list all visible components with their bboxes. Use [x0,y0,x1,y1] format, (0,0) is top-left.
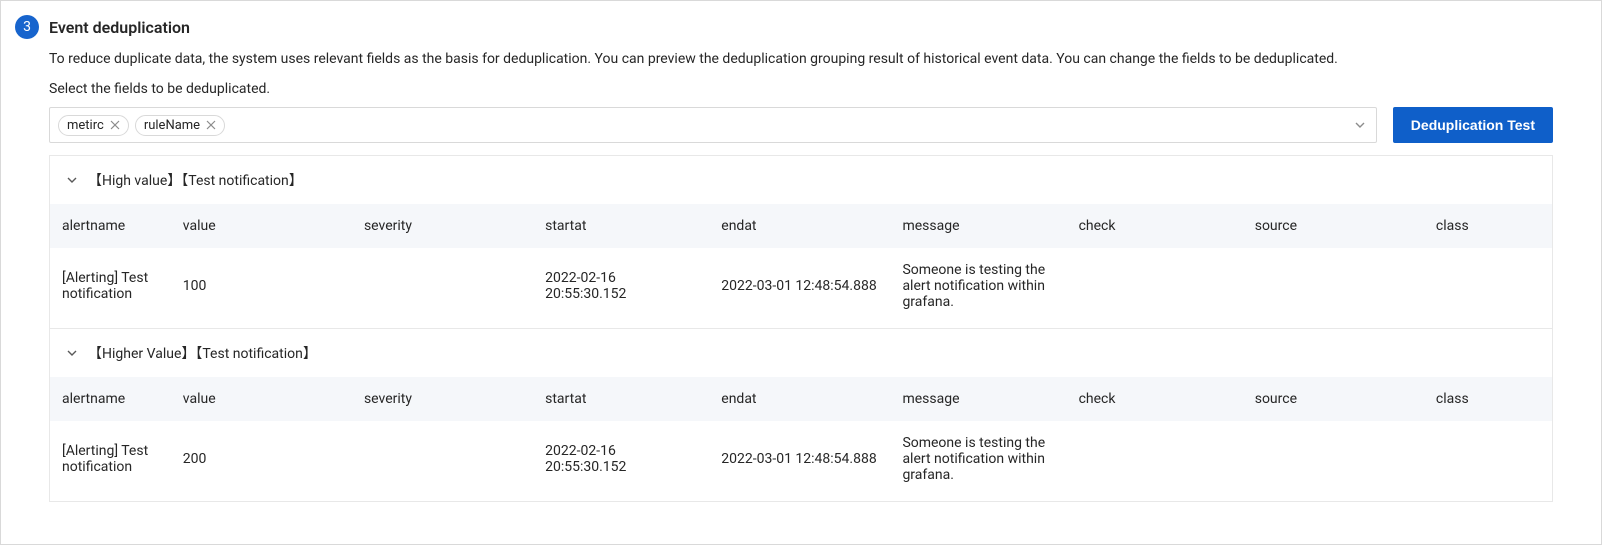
cell-startat: 2022-02-16 20:55:30.152 [533,421,709,497]
table-row: [Alerting] Test notification 100 2022-02… [50,248,1552,324]
dedup-group: 【Higher Value】【Test notification】 alertn… [50,329,1552,497]
close-icon[interactable] [206,120,216,130]
cell-class [1424,421,1552,497]
col-source: source [1243,204,1424,248]
col-startat: startat [533,204,709,248]
col-value: value [171,377,352,421]
group-table: alertname value severity startat endat m… [50,377,1552,497]
step-title: Event deduplication [49,18,190,37]
cell-severity [352,421,533,497]
cell-source [1243,421,1424,497]
cell-alertname: [Alerting] Test notification [50,248,171,324]
cell-check [1067,421,1243,497]
cell-endat: 2022-03-01 12:48:54.888 [709,248,890,324]
tag-metirc: metirc [58,115,129,136]
chevron-down-icon [66,174,78,186]
tag-label: metirc [67,118,104,133]
tag-rulename: ruleName [135,115,225,136]
deduplication-test-button[interactable]: Deduplication Test [1393,107,1553,143]
col-check: check [1067,377,1243,421]
dedup-fields-select[interactable]: metirc ruleName [49,107,1377,143]
col-startat: startat [533,377,709,421]
tag-label: ruleName [144,118,200,133]
close-icon[interactable] [110,120,120,130]
step-header: 3 Event deduplication [1,15,1601,39]
controls-row: metirc ruleName Deduplication Test [1,107,1601,143]
col-endat: endat [709,377,890,421]
col-check: check [1067,204,1243,248]
cell-source [1243,248,1424,324]
col-severity: severity [352,377,533,421]
col-class: class [1424,377,1552,421]
cell-value: 200 [171,421,352,497]
results-container: 【High value】【Test notification】 alertnam… [49,155,1553,502]
col-endat: endat [709,204,890,248]
group-title: 【Higher Value】【Test notification】 [88,343,317,363]
col-message: message [890,204,1066,248]
chevron-down-icon [66,347,78,359]
cell-value: 100 [171,248,352,324]
event-dedup-panel: 3 Event deduplication To reduce duplicat… [0,0,1602,545]
cell-check [1067,248,1243,324]
cell-endat: 2022-03-01 12:48:54.888 [709,421,890,497]
col-alertname: alertname [50,204,171,248]
chevron-down-icon[interactable] [1354,119,1366,131]
table-row: [Alerting] Test notification 200 2022-02… [50,421,1552,497]
selected-tags: metirc ruleName [58,115,225,136]
col-source: source [1243,377,1424,421]
group-table-scroll[interactable]: alertname value severity startat endat m… [50,204,1552,324]
dedup-group: 【High value】【Test notification】 alertnam… [50,156,1552,329]
group-table-scroll[interactable]: alertname value severity startat endat m… [50,377,1552,497]
step-description: To reduce duplicate data, the system use… [1,39,1601,67]
cell-severity [352,248,533,324]
table-header-row: alertname value severity startat endat m… [50,204,1552,248]
col-message: message [890,377,1066,421]
step-number-badge: 3 [15,15,39,39]
col-alertname: alertname [50,377,171,421]
col-value: value [171,204,352,248]
cell-message: Someone is testing the alert notificatio… [890,248,1066,324]
group-header[interactable]: 【High value】【Test notification】 [50,156,1552,204]
cell-class [1424,248,1552,324]
group-title: 【High value】【Test notification】 [88,170,303,190]
field-select-label: Select the fields to be deduplicated. [1,67,1601,107]
cell-message: Someone is testing the alert notificatio… [890,421,1066,497]
col-severity: severity [352,204,533,248]
cell-startat: 2022-02-16 20:55:30.152 [533,248,709,324]
group-table: alertname value severity startat endat m… [50,204,1552,324]
col-class: class [1424,204,1552,248]
table-header-row: alertname value severity startat endat m… [50,377,1552,421]
group-header[interactable]: 【Higher Value】【Test notification】 [50,329,1552,377]
cell-alertname: [Alerting] Test notification [50,421,171,497]
